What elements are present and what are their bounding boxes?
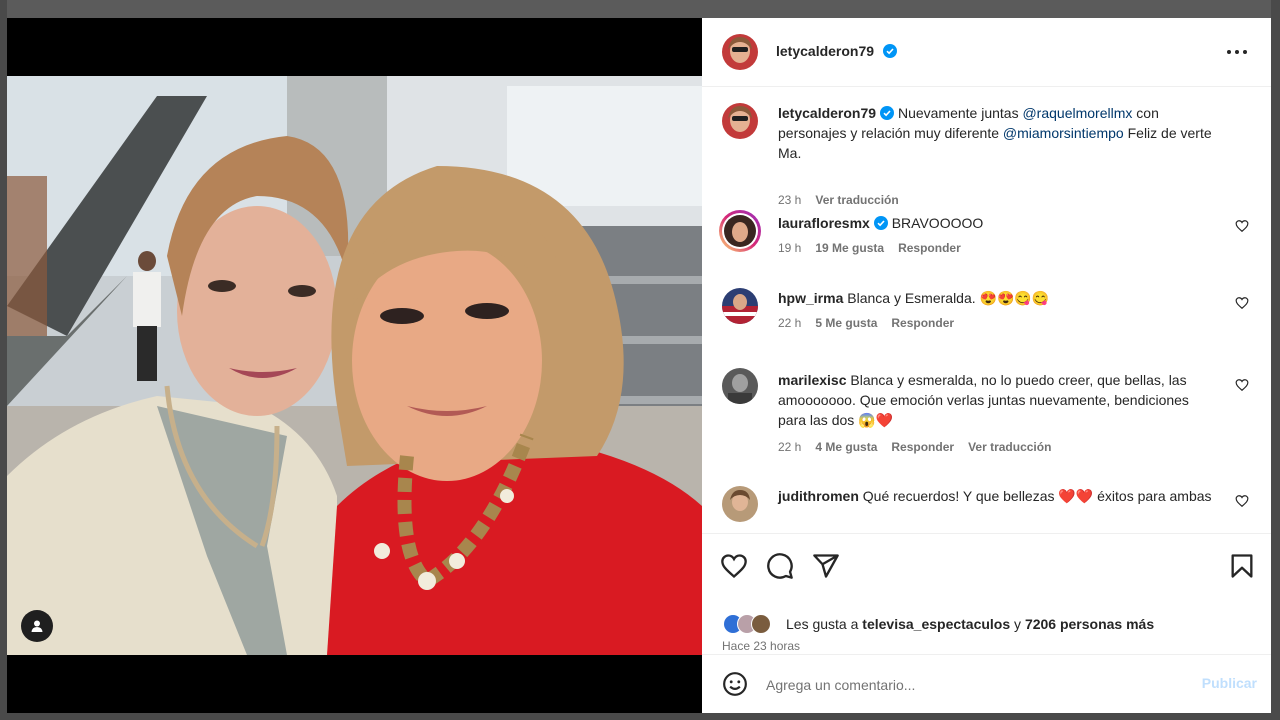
user-icon <box>31 620 43 632</box>
emoji-icon[interactable] <box>722 671 748 697</box>
avatar-image <box>722 486 758 522</box>
likes-connector: y <box>1010 616 1025 632</box>
comment-likes[interactable]: 4 Me gusta <box>815 440 877 454</box>
post-details-panel: letycalderon79 letycalderon79 Nuevamente… <box>702 18 1271 713</box>
post-actions: Les gusta a televisa_espectaculos y 7206… <box>702 533 1271 654</box>
page-backdrop-top <box>0 0 1280 18</box>
translate-link[interactable]: Ver traducción <box>968 440 1051 454</box>
comment-time: 22 h <box>778 440 802 454</box>
verified-badge-icon <box>882 44 897 58</box>
comment-bubble-icon[interactable] <box>766 552 794 580</box>
post-timestamp: Hace 23 horas <box>722 639 801 653</box>
like-comment-heart-icon[interactable] <box>1235 219 1249 233</box>
share-send-icon[interactable] <box>812 552 840 580</box>
avatar-image <box>722 103 758 139</box>
likers-avatars <box>723 614 771 634</box>
comment-likes[interactable]: 19 Me gusta <box>815 241 884 255</box>
caption-meta: 23 h Ver traducción <box>778 193 899 207</box>
likes-prefix: Les gusta a <box>786 616 863 632</box>
verified-badge-icon <box>873 216 888 230</box>
comment-time: 19 h <box>778 241 802 255</box>
avatar-image <box>722 288 758 324</box>
comments-list[interactable]: letycalderon79 Nuevamente juntas @raquel… <box>702 87 1271 533</box>
caption-time: 23 h <box>778 193 802 207</box>
like-comment-heart-icon[interactable] <box>1235 494 1249 508</box>
post-header: letycalderon79 <box>702 18 1271 87</box>
commenter-avatar[interactable] <box>722 368 758 404</box>
reply-button[interactable]: Responder <box>891 316 954 330</box>
like-comment-heart-icon[interactable] <box>1235 296 1249 310</box>
page-backdrop-left <box>0 0 7 720</box>
comment-text: Qué recuerdos! Y que bellezas ❤️❤️ éxito… <box>862 488 1212 504</box>
likes-count[interactable]: 7206 personas más <box>1025 616 1154 632</box>
comment-time: 22 h <box>778 316 802 330</box>
more-options-icon[interactable] <box>1225 42 1249 62</box>
publish-button[interactable]: Publicar <box>1202 675 1257 691</box>
caption-text: letycalderon79 Nuevamente juntas @raquel… <box>778 103 1218 163</box>
photo-illustration <box>7 76 702 655</box>
tagged-users-button[interactable] <box>21 610 53 642</box>
reply-button[interactable]: Responder <box>891 440 954 454</box>
caption-author[interactable]: letycalderon79 <box>778 105 876 121</box>
page-backdrop-bottom <box>0 713 1280 720</box>
caption-text-part: Nuevamente juntas <box>894 105 1023 121</box>
reply-button[interactable]: Responder <box>898 241 961 255</box>
caption-author-avatar[interactable] <box>722 103 758 139</box>
mention-link[interactable]: @raquelmorellmx <box>1022 105 1132 121</box>
author-avatar[interactable] <box>722 34 758 70</box>
mention-link[interactable]: @miamorsintiempo <box>1003 125 1124 141</box>
avatar-image <box>722 368 758 404</box>
commenter-username[interactable]: marilexisc <box>778 372 847 388</box>
like-heart-icon[interactable] <box>720 552 748 580</box>
commenter-avatar[interactable] <box>719 210 761 252</box>
comment-text: Blanca y Esmeralda. 😍😍😋😋 <box>847 290 1050 306</box>
liker-username[interactable]: televisa_espectaculos <box>862 616 1010 632</box>
comment-input[interactable] <box>764 671 1188 699</box>
save-bookmark-icon[interactable] <box>1228 552 1256 580</box>
page-backdrop-right <box>1271 0 1280 720</box>
post-media <box>7 18 702 713</box>
avatar-image <box>722 34 758 70</box>
post-photo[interactable] <box>7 76 702 655</box>
avatar-image <box>722 213 758 249</box>
commenter-username[interactable]: hpw_irma <box>778 290 843 306</box>
commenter-avatar[interactable] <box>722 486 758 522</box>
commenter-username[interactable]: judithromen <box>778 488 859 504</box>
verified-badge-icon <box>880 106 895 120</box>
like-comment-heart-icon[interactable] <box>1235 378 1249 392</box>
likes-summary: Les gusta a televisa_espectaculos y 7206… <box>722 613 1154 635</box>
author-username[interactable]: letycalderon79 <box>776 43 874 59</box>
comment-likes[interactable]: 5 Me gusta <box>815 316 877 330</box>
commenter-username[interactable]: laurafloresmx <box>778 215 870 231</box>
add-comment-bar: Publicar <box>702 654 1271 714</box>
comment-text: BRAVOOOOO <box>891 215 984 231</box>
commenter-avatar[interactable] <box>722 288 758 324</box>
translate-link[interactable]: Ver traducción <box>815 193 898 207</box>
